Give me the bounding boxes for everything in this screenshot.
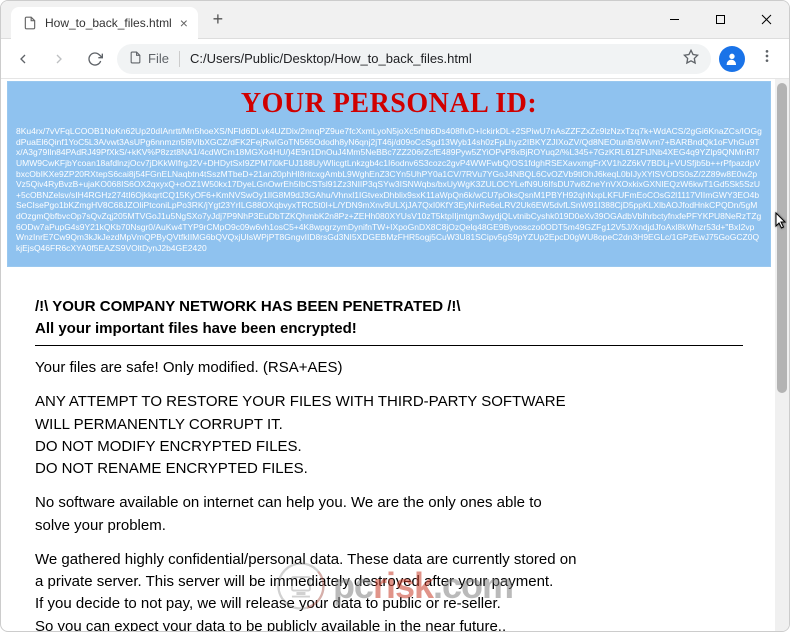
scroll-thumb[interactable] xyxy=(777,83,787,393)
browser-window: How_to_back_files.html × + xyxy=(0,0,790,632)
separator xyxy=(35,345,743,346)
nosoft-line-1: No software available on internet can he… xyxy=(35,493,743,513)
file-scheme-icon xyxy=(129,51,142,67)
vertical-scrollbar[interactable] xyxy=(775,79,789,631)
url-input[interactable] xyxy=(190,51,673,66)
maximize-button[interactable] xyxy=(697,1,743,38)
gather-line-3: If you decide to not pay, we will releas… xyxy=(35,594,743,614)
url-scheme-label: File xyxy=(148,51,169,66)
star-icon[interactable] xyxy=(683,49,699,68)
gather-line-2: a private server. This server will be im… xyxy=(35,572,743,592)
gather-line-4: So you can expect your data to be public… xyxy=(35,617,743,632)
personal-id-hex: 8Ku4rx/7vVFqLCOOB1NoKn62Up20dIAnrtt/Mn5h… xyxy=(16,126,762,254)
reload-button[interactable] xyxy=(81,45,109,73)
warn-line-3: DO NOT MODIFY ENCRYPTED FILES. xyxy=(35,437,743,457)
warn-line-4: DO NOT RENAME ENCRYPTED FILES. xyxy=(35,459,743,479)
viewport: YOUR PERSONAL ID: 8Ku4rx/7vVFqLCOOB1NoKn… xyxy=(1,79,789,631)
ransom-body: /!\ YOUR COMPANY NETWORK HAS BEEN PENETR… xyxy=(7,267,771,632)
file-icon xyxy=(23,16,37,30)
nosoft-line-2: solve your problem. xyxy=(35,516,743,536)
warn-line-2: WILL PERMANENTLY CORRUPT IT. xyxy=(35,415,743,435)
close-window-button[interactable] xyxy=(743,1,789,38)
encrypted-line: All your important files have been encry… xyxy=(35,319,743,339)
window-controls xyxy=(651,1,789,38)
titlebar: How_to_back_files.html × + xyxy=(1,1,789,39)
personal-id-title: YOUR PERSONAL ID: xyxy=(16,88,762,120)
safe-line: Your files are safe! Only modified. (RSA… xyxy=(35,358,743,378)
warn-line-1: ANY ATTEMPT TO RESTORE YOUR FILES WITH T… xyxy=(35,392,743,412)
page-content: YOUR PERSONAL ID: 8Ku4rx/7vVFqLCOOB1NoKn… xyxy=(1,79,775,631)
profile-avatar[interactable] xyxy=(719,46,745,72)
new-tab-button[interactable]: + xyxy=(204,9,232,30)
toolbar: File xyxy=(1,39,789,79)
menu-button[interactable] xyxy=(753,48,781,69)
personal-id-block: YOUR PERSONAL ID: 8Ku4rx/7vVFqLCOOB1NoKn… xyxy=(7,81,771,267)
browser-tab[interactable]: How_to_back_files.html × xyxy=(11,7,198,39)
minimize-button[interactable] xyxy=(651,1,697,38)
gather-line-1: We gathered highly confidential/personal… xyxy=(35,550,743,570)
address-bar[interactable]: File xyxy=(117,44,711,74)
tab-close-button[interactable]: × xyxy=(180,15,188,31)
tab-title: How_to_back_files.html xyxy=(45,16,172,30)
forward-button[interactable] xyxy=(45,45,73,73)
penetrated-line: /!\ YOUR COMPANY NETWORK HAS BEEN PENETR… xyxy=(35,297,743,317)
back-button[interactable] xyxy=(9,45,37,73)
